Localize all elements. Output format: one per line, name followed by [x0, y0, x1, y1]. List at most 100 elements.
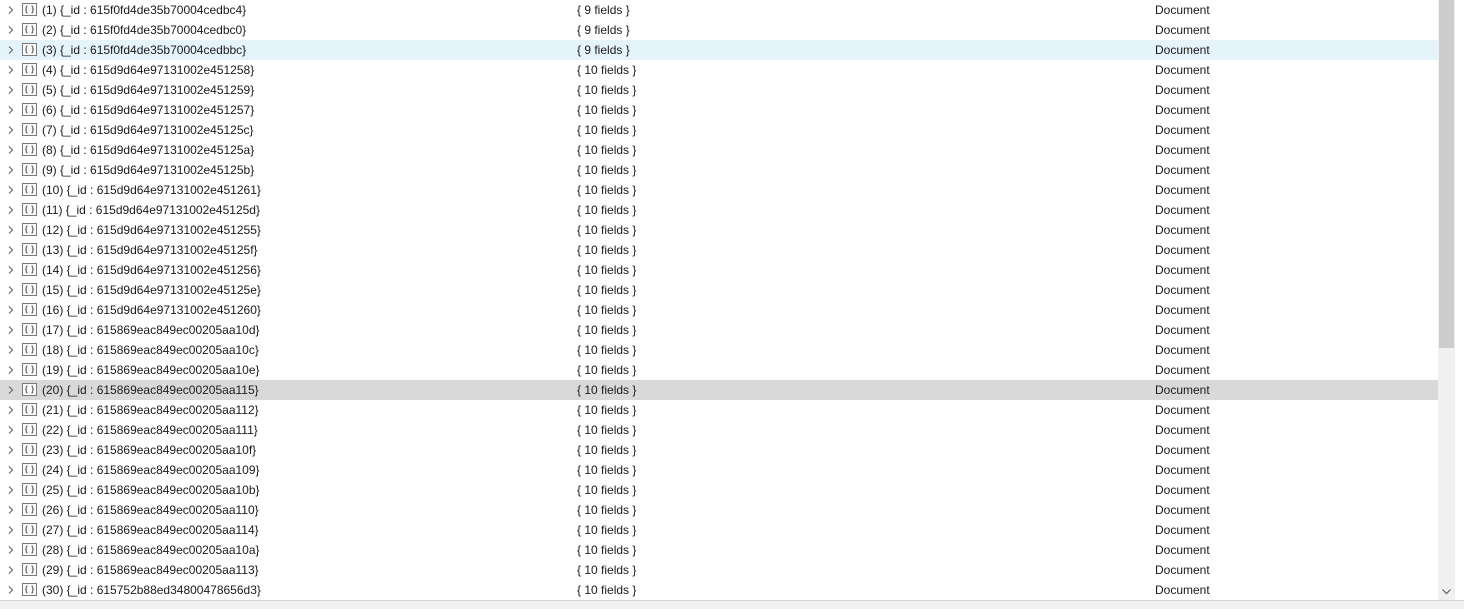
chevron-right-icon[interactable] — [6, 325, 16, 335]
document-braces-icon — [22, 403, 37, 416]
table-row[interactable]: (9) {_id : 615d9d64e97131002e45125b} { 10… — [0, 160, 1438, 180]
row-type: Document — [1155, 423, 1210, 437]
table-row[interactable]: (4) {_id : 615d9d64e97131002e451258} { 10… — [0, 60, 1438, 80]
table-row[interactable]: (29) {_id : 615869eac849ec00205aa113} { 1… — [0, 560, 1438, 580]
row-type: Document — [1155, 223, 1210, 237]
document-braces-icon — [22, 243, 37, 256]
table-row[interactable]: (2) {_id : 615f0fd4de35b70004cedbc0} { 9 … — [0, 20, 1438, 40]
chevron-right-icon[interactable] — [6, 185, 16, 195]
table-row[interactable]: (11) {_id : 615d9d64e97131002e45125d} { 1… — [0, 200, 1438, 220]
table-row[interactable]: (13) {_id : 615d9d64e97131002e45125f} { 1… — [0, 240, 1438, 260]
chevron-right-icon[interactable] — [6, 85, 16, 95]
document-tree[interactable]: (1) {_id : 615f0fd4de35b70004cedbc4} { 9 … — [0, 0, 1438, 600]
chevron-right-icon[interactable] — [6, 405, 16, 415]
chevron-right-icon[interactable] — [6, 5, 16, 15]
row-value: { 10 fields } — [577, 323, 637, 337]
table-row[interactable]: (3) {_id : 615f0fd4de35b70004cedbbc} { 9 … — [0, 40, 1438, 60]
chevron-right-icon[interactable] — [6, 505, 16, 515]
row-type: Document — [1155, 343, 1210, 357]
table-row[interactable]: (24) {_id : 615869eac849ec00205aa109} { 1… — [0, 460, 1438, 480]
chevron-right-icon[interactable] — [6, 45, 16, 55]
table-row[interactable]: (16) {_id : 615d9d64e97131002e451260} { 1… — [0, 300, 1438, 320]
chevron-right-icon[interactable] — [6, 525, 16, 535]
row-value: { 10 fields } — [577, 123, 637, 137]
document-braces-icon — [22, 563, 37, 576]
chevron-right-icon[interactable] — [6, 65, 16, 75]
chevron-right-icon[interactable] — [6, 545, 16, 555]
table-row[interactable]: (12) {_id : 615d9d64e97131002e451255} { 1… — [0, 220, 1438, 240]
row-key: (1) {_id : 615f0fd4de35b70004cedbc4} — [42, 3, 247, 17]
table-row[interactable]: (6) {_id : 615d9d64e97131002e451257} { 10… — [0, 100, 1438, 120]
row-key: (21) {_id : 615869eac849ec00205aa112} — [42, 403, 259, 417]
row-value: { 10 fields } — [577, 383, 637, 397]
chevron-right-icon[interactable] — [6, 125, 16, 135]
table-row[interactable]: (17) {_id : 615869eac849ec00205aa10d} { 1… — [0, 320, 1438, 340]
document-braces-icon — [22, 523, 37, 536]
chevron-right-icon[interactable] — [6, 25, 16, 35]
document-braces-icon — [22, 183, 37, 196]
chevron-right-icon[interactable] — [6, 425, 16, 435]
row-type: Document — [1155, 403, 1210, 417]
chevron-right-icon[interactable] — [6, 165, 16, 175]
table-row[interactable]: (7) {_id : 615d9d64e97131002e45125c} { 10… — [0, 120, 1438, 140]
table-row[interactable]: (26) {_id : 615869eac849ec00205aa110} { 1… — [0, 500, 1438, 520]
table-row[interactable]: (27) {_id : 615869eac849ec00205aa114} { 1… — [0, 520, 1438, 540]
chevron-right-icon[interactable] — [6, 385, 16, 395]
row-key: (6) {_id : 615d9d64e97131002e451257} — [42, 103, 255, 117]
document-braces-icon — [22, 263, 37, 276]
chevron-right-icon[interactable] — [6, 225, 16, 235]
chevron-right-icon[interactable] — [6, 445, 16, 455]
chevron-right-icon[interactable] — [6, 105, 16, 115]
table-row[interactable]: (8) {_id : 615d9d64e97131002e45125a} { 10… — [0, 140, 1438, 160]
table-row[interactable]: (30) {_id : 615752b88ed34800478656d3} { 1… — [0, 580, 1438, 600]
table-row[interactable]: (5) {_id : 615d9d64e97131002e451259} { 10… — [0, 80, 1438, 100]
row-key: (3) {_id : 615f0fd4de35b70004cedbbc} — [42, 43, 247, 57]
row-value: { 10 fields } — [577, 563, 637, 577]
row-type: Document — [1155, 483, 1210, 497]
chevron-right-icon[interactable] — [6, 245, 16, 255]
row-value: { 10 fields } — [577, 363, 637, 377]
table-row[interactable]: (23) {_id : 615869eac849ec00205aa10f} { 1… — [0, 440, 1438, 460]
scrollbar-thumb[interactable] — [1439, 0, 1454, 348]
document-braces-icon — [22, 143, 37, 156]
row-value: { 10 fields } — [577, 523, 637, 537]
chevron-right-icon[interactable] — [6, 285, 16, 295]
chevron-right-icon[interactable] — [6, 565, 16, 575]
row-value: { 10 fields } — [577, 283, 637, 297]
table-row[interactable]: (25) {_id : 615869eac849ec00205aa10b} { 1… — [0, 480, 1438, 500]
scroll-down-button[interactable] — [1438, 583, 1455, 600]
document-braces-icon — [22, 23, 37, 36]
row-type: Document — [1155, 263, 1210, 277]
vertical-scrollbar[interactable] — [1438, 0, 1455, 600]
table-row[interactable]: (19) {_id : 615869eac849ec00205aa10e} { 1… — [0, 360, 1438, 380]
chevron-right-icon[interactable] — [6, 305, 16, 315]
chevron-right-icon[interactable] — [6, 205, 16, 215]
row-value: { 10 fields } — [577, 403, 637, 417]
table-row[interactable]: (18) {_id : 615869eac849ec00205aa10c} { 1… — [0, 340, 1438, 360]
chevron-right-icon[interactable] — [6, 145, 16, 155]
row-type: Document — [1155, 143, 1210, 157]
chevron-right-icon[interactable] — [6, 265, 16, 275]
row-type: Document — [1155, 243, 1210, 257]
table-row[interactable]: (21) {_id : 615869eac849ec00205aa112} { 1… — [0, 400, 1438, 420]
chevron-right-icon[interactable] — [6, 365, 16, 375]
horizontal-scrollbar[interactable] — [0, 600, 1464, 609]
chevron-right-icon[interactable] — [6, 485, 16, 495]
chevron-right-icon[interactable] — [6, 345, 16, 355]
table-row[interactable]: (20) {_id : 615869eac849ec00205aa115} { 1… — [0, 380, 1438, 400]
chevron-right-icon[interactable] — [6, 465, 16, 475]
table-row[interactable]: (1) {_id : 615f0fd4de35b70004cedbc4} { 9 … — [0, 0, 1438, 20]
table-row[interactable]: (22) {_id : 615869eac849ec00205aa111} { 1… — [0, 420, 1438, 440]
table-row[interactable]: (15) {_id : 615d9d64e97131002e45125e} { 1… — [0, 280, 1438, 300]
row-type: Document — [1155, 43, 1210, 57]
table-row[interactable]: (28) {_id : 615869eac849ec00205aa10a} { 1… — [0, 540, 1438, 560]
row-key: (19) {_id : 615869eac849ec00205aa10e} — [42, 363, 260, 377]
row-key: (13) {_id : 615d9d64e97131002e45125f} — [42, 243, 258, 257]
row-key: (2) {_id : 615f0fd4de35b70004cedbc0} — [42, 23, 247, 37]
document-braces-icon — [22, 103, 37, 116]
row-value: { 10 fields } — [577, 423, 637, 437]
chevron-right-icon[interactable] — [6, 585, 16, 595]
row-key: (22) {_id : 615869eac849ec00205aa111} — [42, 423, 258, 437]
table-row[interactable]: (10) {_id : 615d9d64e97131002e451261} { 1… — [0, 180, 1438, 200]
table-row[interactable]: (14) {_id : 615d9d64e97131002e451256} { 1… — [0, 260, 1438, 280]
